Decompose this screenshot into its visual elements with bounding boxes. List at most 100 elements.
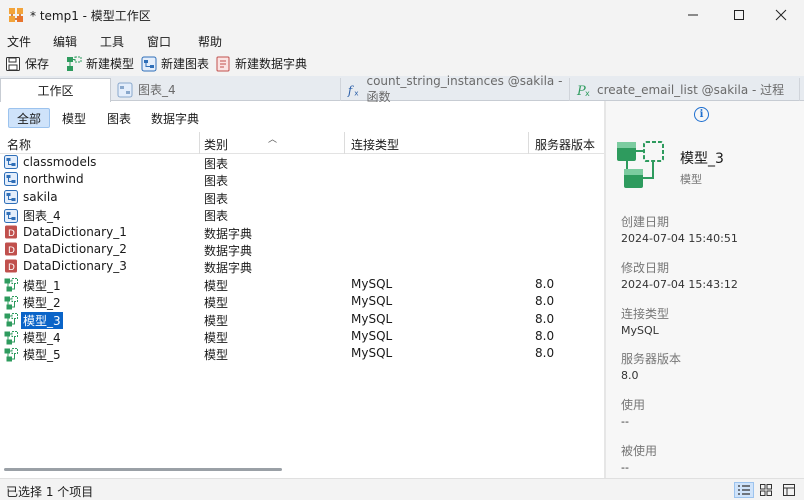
list-item[interactable]: D DataDictionary_3 数据字典 <box>0 258 604 275</box>
uses-value: -- <box>621 415 629 428</box>
close-button[interactable] <box>758 0 804 30</box>
menu-window[interactable]: 窗口 <box>147 33 171 50</box>
filter-bar: 全部 模型 图表 数据字典 <box>0 102 604 132</box>
item-category: 模型 <box>204 313 229 328</box>
detail-view-icon <box>783 484 795 496</box>
column-category[interactable]: 类别 <box>204 136 228 153</box>
tab-diagram-4[interactable]: 图表_4 <box>111 78 341 101</box>
item-name: 模型_1 <box>23 278 61 293</box>
minimize-icon <box>688 14 698 16</box>
item-name: classmodels <box>23 155 97 169</box>
new-model-icon <box>67 56 82 71</box>
column-connection-type[interactable]: 连接类型 <box>351 136 399 153</box>
item-name-cell: northwind <box>4 172 86 187</box>
list-item[interactable]: 模型_1 模型 MySQL 8.0 <box>0 276 604 293</box>
list-item[interactable]: 模型_5 模型 MySQL 8.0 <box>0 345 604 362</box>
list-item[interactable]: northwind 图表 <box>0 171 604 188</box>
used-by-label: 被使用 <box>621 444 658 458</box>
list-item[interactable]: D DataDictionary_1 数据字典 <box>0 224 604 241</box>
item-server-version: 8.0 <box>535 311 555 326</box>
info-icon[interactable]: i <box>694 107 709 122</box>
item-name: DataDictionary_1 <box>23 224 127 239</box>
tab-function-label: count_string_instances @sakila - 函数 <box>366 74 563 104</box>
new-dictionary-button[interactable]: 新建数据字典 <box>215 54 307 73</box>
detail-view-button[interactable] <box>779 482 799 498</box>
new-diagram-label: 新建图表 <box>161 57 210 71</box>
window-title: * temp1 - 模型工作区 <box>30 9 151 23</box>
item-connection-type: MySQL <box>351 346 393 361</box>
item-connection-type: MySQL <box>351 294 393 309</box>
new-model-button[interactable]: 新建模型 <box>66 54 134 73</box>
server-version-value: 8.0 <box>621 369 639 382</box>
data-dictionary-icon: D <box>5 242 17 256</box>
item-category: 数据字典 <box>204 226 253 241</box>
column-divider[interactable] <box>528 132 529 154</box>
list-item[interactable]: 模型_4 模型 MySQL 8.0 <box>0 328 604 345</box>
save-label: 保存 <box>25 57 50 71</box>
tab-procedure[interactable]: P x create_email_list @sakila - 过程 <box>570 78 800 101</box>
list-item[interactable]: 图表_4 图表 <box>0 206 604 223</box>
filter-dictionary[interactable]: 数据字典 <box>143 108 207 128</box>
data-dictionary-icon: D <box>5 259 17 273</box>
tab-workspace-label: 工作区 <box>37 84 74 98</box>
maximize-icon <box>734 10 744 20</box>
item-category: 图表 <box>204 209 229 224</box>
list-item[interactable]: sakila 图表 <box>0 189 604 206</box>
svg-text:x: x <box>354 88 359 97</box>
item-category: 数据字典 <box>204 244 253 258</box>
column-server-version[interactable]: 服务器版本 <box>535 136 595 153</box>
menu-help[interactable]: 帮助 <box>198 33 222 50</box>
diagram-icon <box>4 155 18 169</box>
created-date-label: 创建日期 <box>621 215 670 229</box>
column-divider[interactable] <box>344 132 345 154</box>
column-name[interactable]: 名称 <box>7 136 31 153</box>
filter-diagram[interactable]: 图表 <box>99 108 139 128</box>
svg-text:D: D <box>8 246 15 256</box>
item-connection-type: MySQL <box>351 311 393 326</box>
created-date-value: 2024-07-04 15:40:51 <box>621 232 738 245</box>
filter-model[interactable]: 模型 <box>54 108 94 128</box>
list-view-button[interactable] <box>734 482 754 498</box>
new-diagram-button[interactable]: 新建图表 <box>141 54 209 73</box>
item-name-cell: sakila <box>4 189 60 204</box>
menu-edit[interactable]: 编辑 <box>53 33 77 50</box>
model-large-icon <box>617 141 664 188</box>
tab-diagram-4-label: 图表_4 <box>138 83 176 97</box>
info-panel: i 模型_3 模型 创建日期 2024-07-04 15:40:51 修改日期 … <box>606 101 804 478</box>
list-item[interactable]: 模型_3 模型 MySQL 8.0 <box>0 311 604 329</box>
svg-text:x: x <box>585 89 590 98</box>
model-icon <box>4 295 18 310</box>
save-button[interactable]: 保存 <box>5 54 49 73</box>
item-category: 模型 <box>204 296 229 311</box>
list-item[interactable]: classmodels 图表 <box>0 154 604 171</box>
grid-view-icon <box>760 484 772 496</box>
menu-file[interactable]: 文件 <box>7 33 31 50</box>
tab-workspace[interactable]: 工作区 <box>0 78 111 102</box>
filter-all[interactable]: 全部 <box>8 108 51 128</box>
new-dictionary-label: 新建数据字典 <box>235 57 308 71</box>
modified-date-value: 2024-07-04 15:43:12 <box>621 278 738 291</box>
item-server-version: 8.0 <box>535 329 555 343</box>
menu-tools[interactable]: 工具 <box>100 33 124 50</box>
connection-type-value: MySQL <box>621 324 659 337</box>
maximize-button[interactable] <box>716 0 762 30</box>
item-name-cell: 模型_1 <box>4 277 63 294</box>
tab-function[interactable]: f x count_string_instances @sakila - 函数 <box>341 74 570 104</box>
column-divider[interactable] <box>199 132 200 154</box>
list-item[interactable]: D DataDictionary_2 数据字典 <box>0 241 604 258</box>
grid-header: 名称 ︿ 类别 连接类型 服务器版本 <box>0 132 604 154</box>
close-icon <box>775 9 787 21</box>
grid-view-button[interactable] <box>756 482 776 498</box>
horizontal-scrollbar[interactable] <box>4 468 282 471</box>
server-version-label: 服务器版本 <box>621 352 682 366</box>
item-name-cell: 模型_5 <box>4 346 63 363</box>
item-name-cell: 模型_2 <box>4 294 63 311</box>
diagram-icon <box>4 189 18 204</box>
item-name: 模型_2 <box>23 296 61 311</box>
tab-bar: 工作区 图表_4 f x count_string_instances @sak… <box>0 74 804 104</box>
list-item[interactable]: 模型_2 模型 MySQL 8.0 <box>0 293 604 310</box>
item-category: 模型 <box>204 331 229 345</box>
item-category: 图表 <box>204 174 229 189</box>
item-connection-type: MySQL <box>351 329 393 343</box>
minimize-button[interactable] <box>670 0 716 30</box>
